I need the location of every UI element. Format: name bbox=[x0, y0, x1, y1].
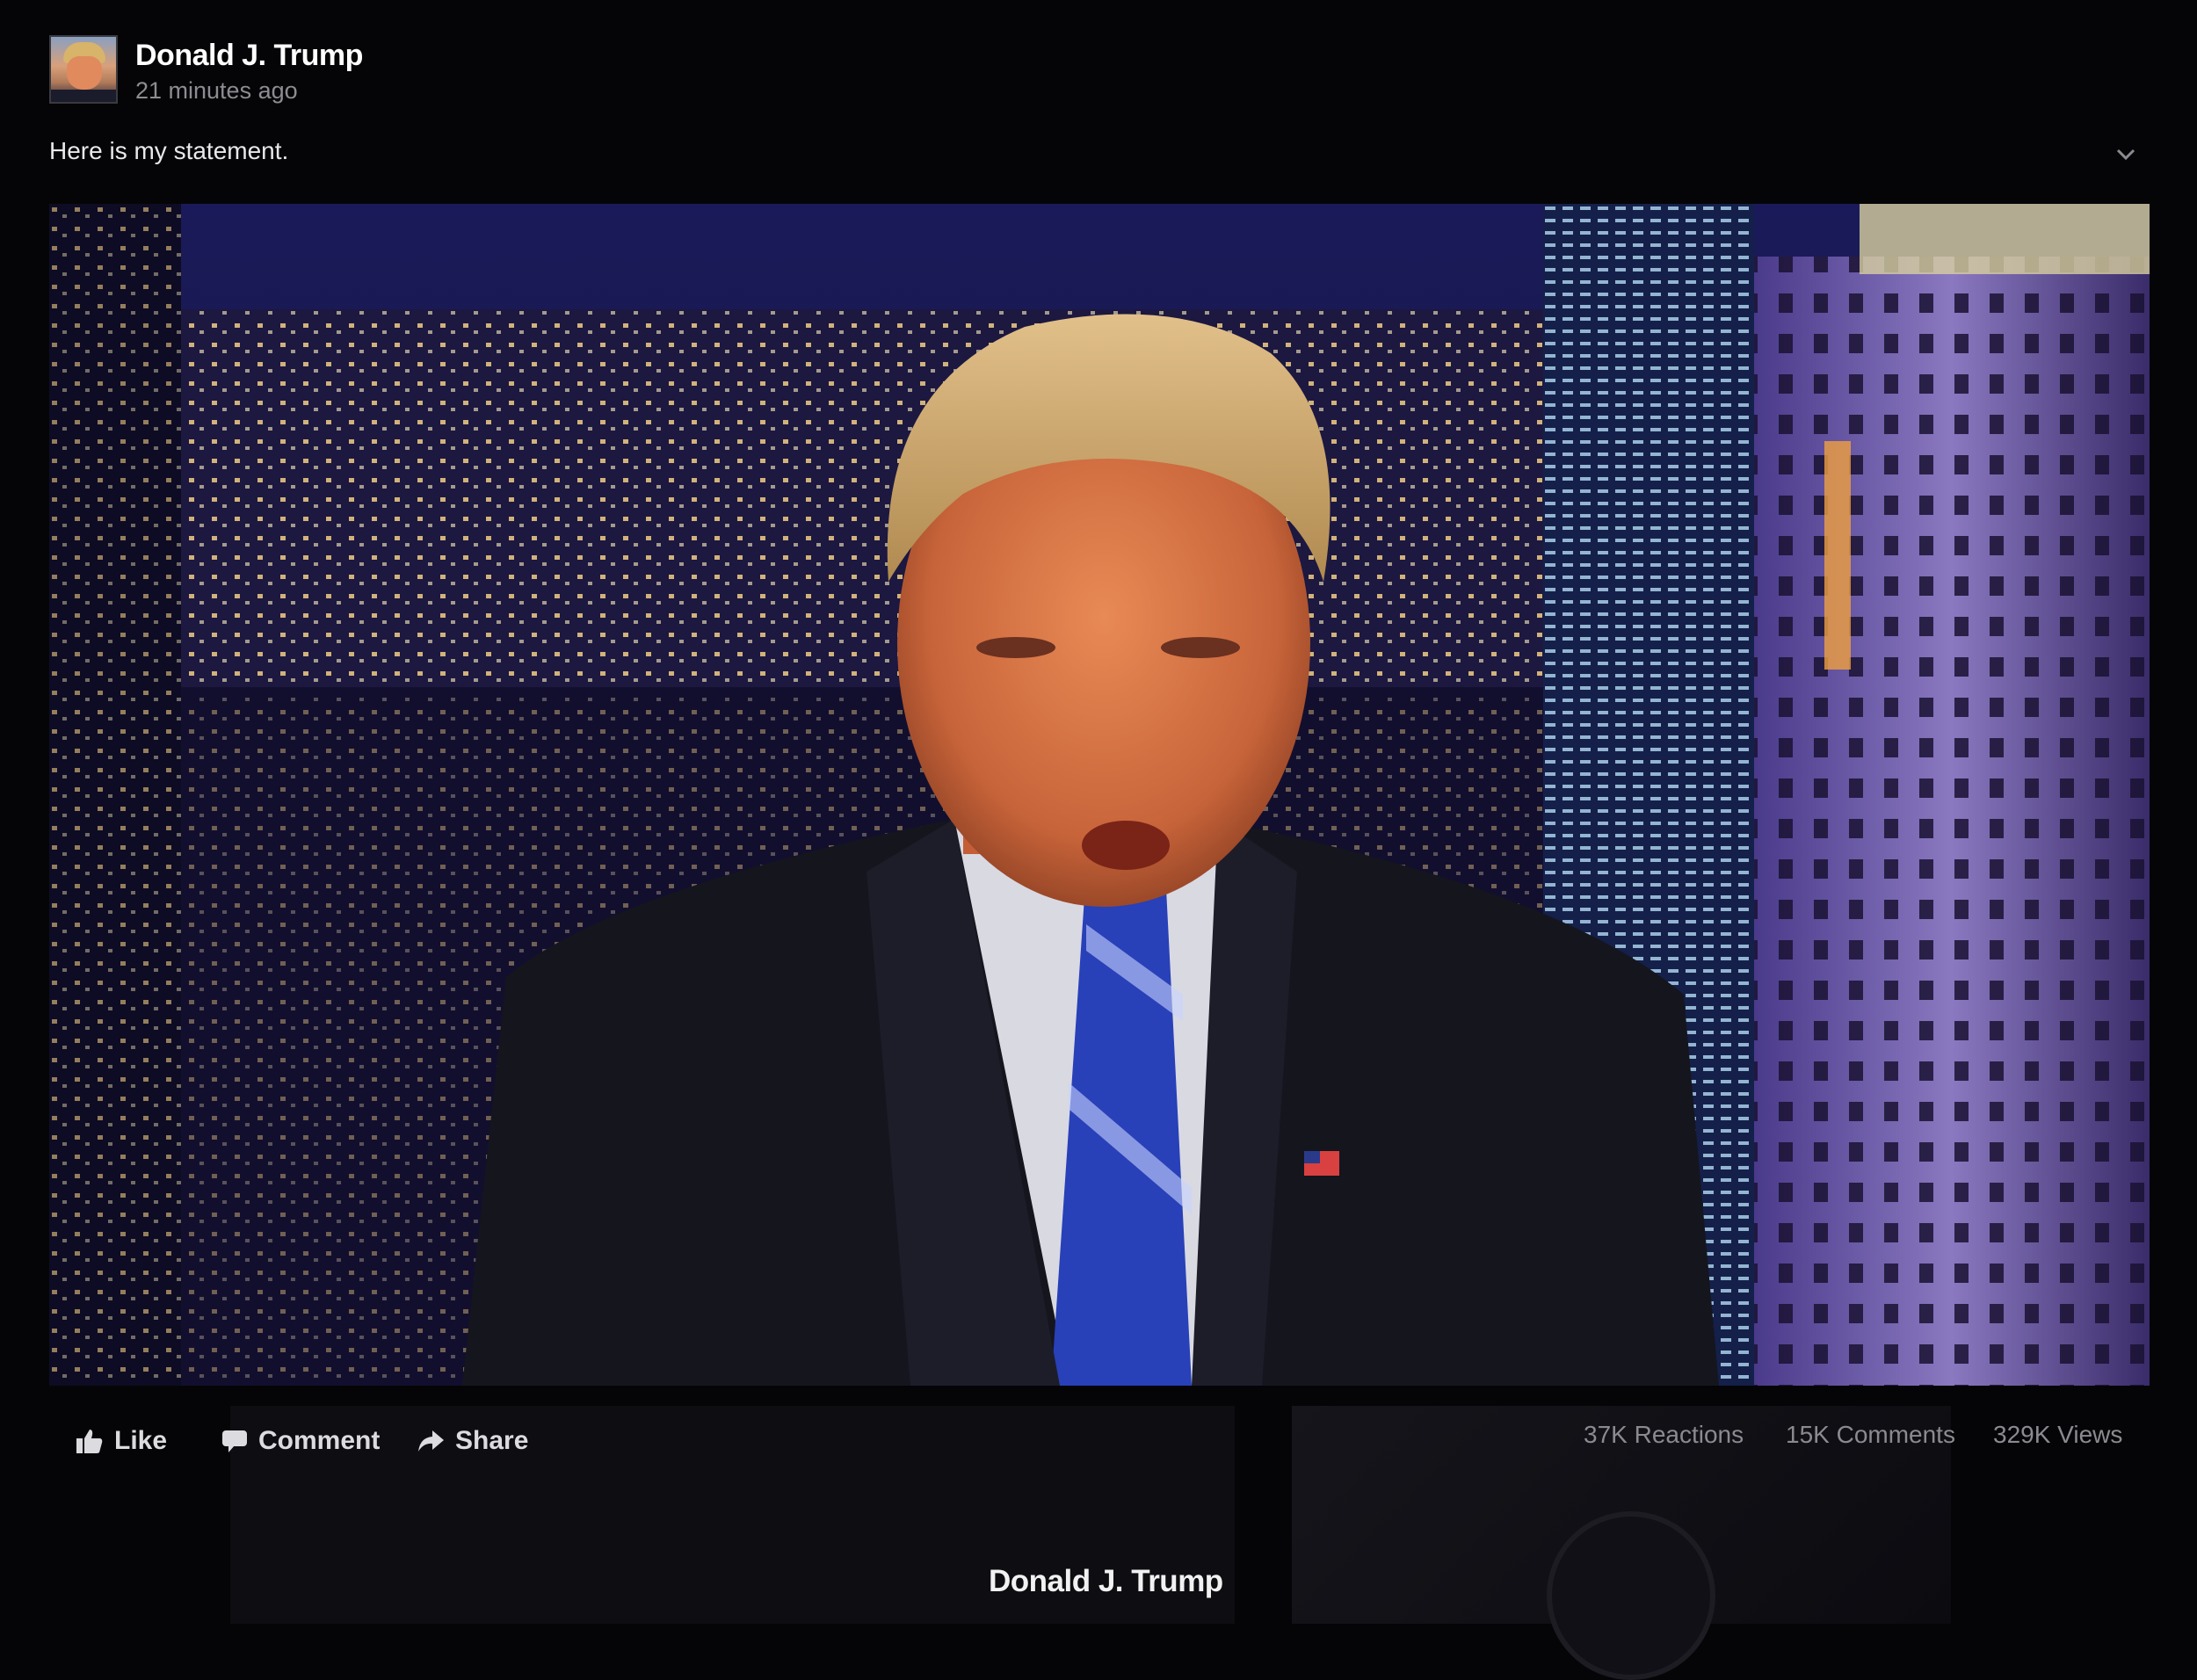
post-text: Here is my statement. bbox=[49, 137, 289, 164]
background-author-name: Donald J. Trump bbox=[989, 1564, 1223, 1598]
share-arrow-icon bbox=[417, 1429, 445, 1453]
speech-bubble-icon bbox=[221, 1428, 248, 1454]
author-avatar[interactable] bbox=[49, 35, 118, 104]
like-button[interactable]: Like bbox=[76, 1423, 167, 1459]
comment-button[interactable]: Comment bbox=[221, 1423, 380, 1459]
views-count: 329K Views bbox=[1993, 1421, 2123, 1448]
author-name[interactable]: Donald J. Trump bbox=[135, 39, 363, 73]
share-button[interactable]: Share bbox=[417, 1423, 528, 1459]
chevron-down-icon[interactable] bbox=[2113, 141, 2139, 167]
like-label: Like bbox=[114, 1426, 168, 1455]
thumbs-up-icon bbox=[76, 1428, 104, 1454]
background-play-button bbox=[1547, 1511, 1715, 1680]
share-label: Share bbox=[455, 1426, 529, 1455]
reactions-count[interactable]: 37K Reactions bbox=[1584, 1421, 1744, 1449]
comment-label: Comment bbox=[258, 1426, 381, 1455]
post-timestamp[interactable]: 21 minutes ago bbox=[135, 77, 298, 105]
comments-count[interactable]: 15K Comments bbox=[1786, 1421, 1955, 1449]
video-player[interactable] bbox=[49, 204, 2150, 1386]
